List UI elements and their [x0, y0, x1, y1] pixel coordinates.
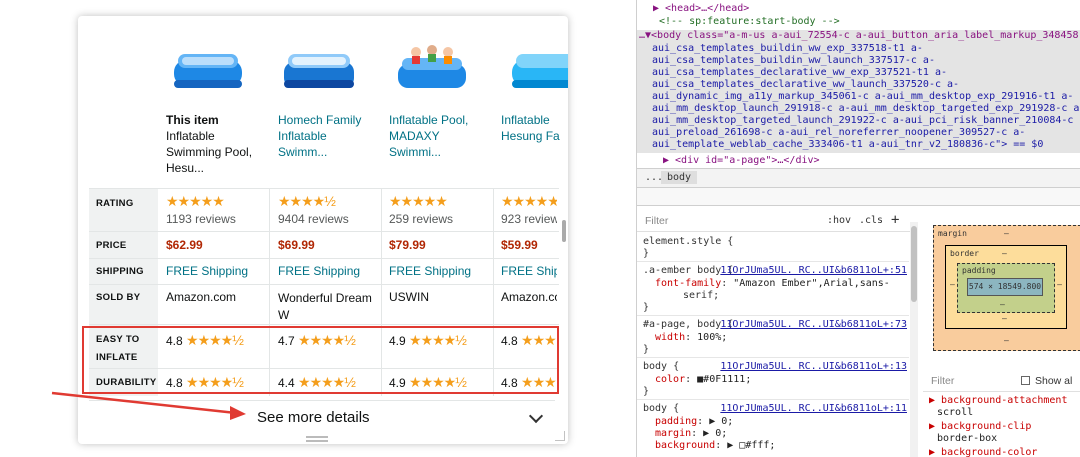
box-model-content[interactable]: 574 × 18549.800 [967, 278, 1043, 296]
decl-val[interactable]: ▶ 0; [709, 416, 733, 427]
rule-separator [637, 315, 909, 316]
computed-filter-bar: Filter Show al [923, 370, 1080, 392]
decl-prop[interactable]: margin [655, 428, 691, 439]
dom-head-node[interactable]: ▶ <head>…</head> [653, 3, 749, 14]
computed-prop-name[interactable]: background-color [941, 447, 1037, 457]
margin-value: – [1004, 229, 1009, 238]
decl-val[interactable]: ▶ □#fff; [727, 440, 775, 451]
rule-selector[interactable]: body { [643, 361, 679, 372]
styles-filter-input[interactable]: Filter [645, 215, 668, 227]
dom-class-line[interactable]: aui_mm_desktop_targeted_launch_291922-c … [652, 115, 1080, 126]
dom-class-line[interactable]: aui_preload_261698-c a-aui_rel_noreferre… [652, 127, 1025, 138]
styles-filter-bar: Filter :hov .cls + [637, 210, 917, 232]
breadcrumb-body[interactable]: body [661, 171, 698, 184]
decl-val[interactable]: "Amazon Ember",Arial,sans- [733, 278, 890, 289]
rule-selector[interactable]: element.style { [643, 236, 733, 247]
dom-page-div[interactable]: ▶ <div id="a-page">…</div> [663, 155, 820, 166]
border-value: – [1057, 280, 1062, 289]
declaration[interactable]: color: ■#0F1111; [655, 374, 751, 385]
decl-val[interactable]: ■#0F1111; [697, 374, 751, 385]
declaration[interactable]: width: 100%; [655, 332, 727, 343]
styles-pane: element.style { } .a-ember body { 11OrJU… [637, 232, 909, 457]
rule-source-link[interactable]: 11OrJUma5UL. RC..UI&b6811oL+:13 [720, 361, 907, 372]
declaration[interactable]: margin: ▶ 0; [655, 428, 727, 439]
cls-toggle[interactable]: .cls [859, 215, 883, 226]
computed-prop[interactable]: ▶ background-attachment [929, 395, 1067, 406]
show-all-label[interactable]: Show al [1035, 375, 1072, 387]
padding-label: padding [962, 266, 996, 275]
decl-prop[interactable]: width [655, 332, 685, 343]
decl-prop[interactable]: padding [655, 416, 697, 427]
declaration[interactable]: padding: ▶ 0; [655, 416, 733, 427]
computed-prop-name[interactable]: background-attachment [941, 395, 1067, 406]
rule-close: } [643, 386, 650, 397]
hov-toggle[interactable]: :hov [827, 215, 851, 226]
rule-separator [637, 357, 909, 358]
margin-label: margin [938, 229, 967, 238]
rule-close: } [643, 248, 650, 259]
styles-tab-strip [637, 188, 1080, 206]
declaration[interactable]: background: ▶ □#fff; [655, 440, 775, 451]
show-all-checkbox[interactable] [1021, 376, 1030, 385]
decl-prop[interactable]: font-family [655, 278, 721, 289]
rule-selector[interactable]: body { [643, 403, 679, 414]
dom-body-node[interactable]: …▼<body class="a-m-us a-aui_72554-c a-au… [639, 30, 1080, 41]
computed-prop[interactable]: ▶ background-color [929, 447, 1037, 457]
computed-pane: ▶ background-attachment scroll ▶ backgro… [923, 393, 1080, 457]
decl-continuation: serif; [683, 290, 720, 301]
border-label: border [950, 249, 979, 258]
devtools-panel: ▶ <head>…</head> <!-- sp:feature:start-b… [636, 0, 1080, 457]
computed-val: scroll [937, 407, 974, 418]
add-rule-icon[interactable]: + [891, 212, 899, 228]
annotation-arrow-icon [51, 391, 246, 420]
declaration[interactable]: font-family: "Amazon Ember",Arial,sans- [655, 278, 890, 289]
styles-scrollbar[interactable] [910, 222, 918, 457]
dom-class-line[interactable]: aui_csa_templates_buildin_ww_exp_337518-… [652, 43, 923, 54]
scrollbar-thumb[interactable] [911, 226, 917, 302]
rule-close: } [643, 302, 650, 313]
computed-prop[interactable]: ▶ background-clip [929, 421, 1031, 432]
padding-value: – [1000, 300, 1005, 309]
border-value: – [1002, 314, 1007, 323]
screenshot-root: This item Inflatable Swimming Pool, Hesu… [0, 0, 1080, 457]
breadcrumb: ... body [637, 168, 1080, 188]
decl-val[interactable]: 100%; [697, 332, 727, 343]
rule-source-link[interactable]: 11OrJUma5UL. RC..UI&b6811oL+:73 [720, 319, 907, 330]
rule-close: } [643, 344, 650, 355]
rule-source-link[interactable]: 11OrJUma5UL. RC..UI&b6811oL+:11 [720, 403, 907, 414]
computed-val: border-box [937, 433, 998, 444]
computed-prop-name[interactable]: background-clip [941, 421, 1031, 432]
dom-tree: ▶ <head>…</head> <!-- sp:feature:start-b… [637, 0, 1080, 168]
dom-class-line[interactable]: aui_dynamic_img_a11y_markup_345061-c a-a… [652, 91, 1073, 102]
rule-separator [637, 261, 909, 262]
computed-filter-input[interactable]: Filter [931, 375, 954, 387]
dom-class-line[interactable]: aui_template_weblab_cache_333406-t1 a-au… [652, 139, 1043, 150]
border-value: – [950, 280, 955, 289]
dom-class-line[interactable]: aui_mm_desktop_launch_291918-c a-aui_mm_… [652, 103, 1080, 114]
margin-value: – [1004, 336, 1009, 345]
box-model-diagram: margin – – border – – – – padding – 574 … [933, 225, 1080, 353]
dom-class-line[interactable]: aui_csa_templates_declarative_ww_exp_337… [652, 67, 947, 78]
border-value: – [1002, 249, 1007, 258]
dom-class-line[interactable]: aui_csa_templates_declarative_ww_launch_… [652, 79, 959, 90]
rule-separator [637, 399, 909, 400]
decl-prop[interactable]: background [655, 440, 715, 451]
rule-source-link[interactable]: 11OrJUma5UL. RC..UI&b6811oL+:51 [720, 265, 907, 276]
decl-val[interactable]: ▶ 0; [703, 428, 727, 439]
decl-prop[interactable]: color [655, 374, 685, 385]
dom-class-line[interactable]: aui_csa_templates_buildin_ww_launch_3375… [652, 55, 935, 66]
dom-comment[interactable]: <!-- sp:feature:start-body --> [659, 16, 840, 27]
